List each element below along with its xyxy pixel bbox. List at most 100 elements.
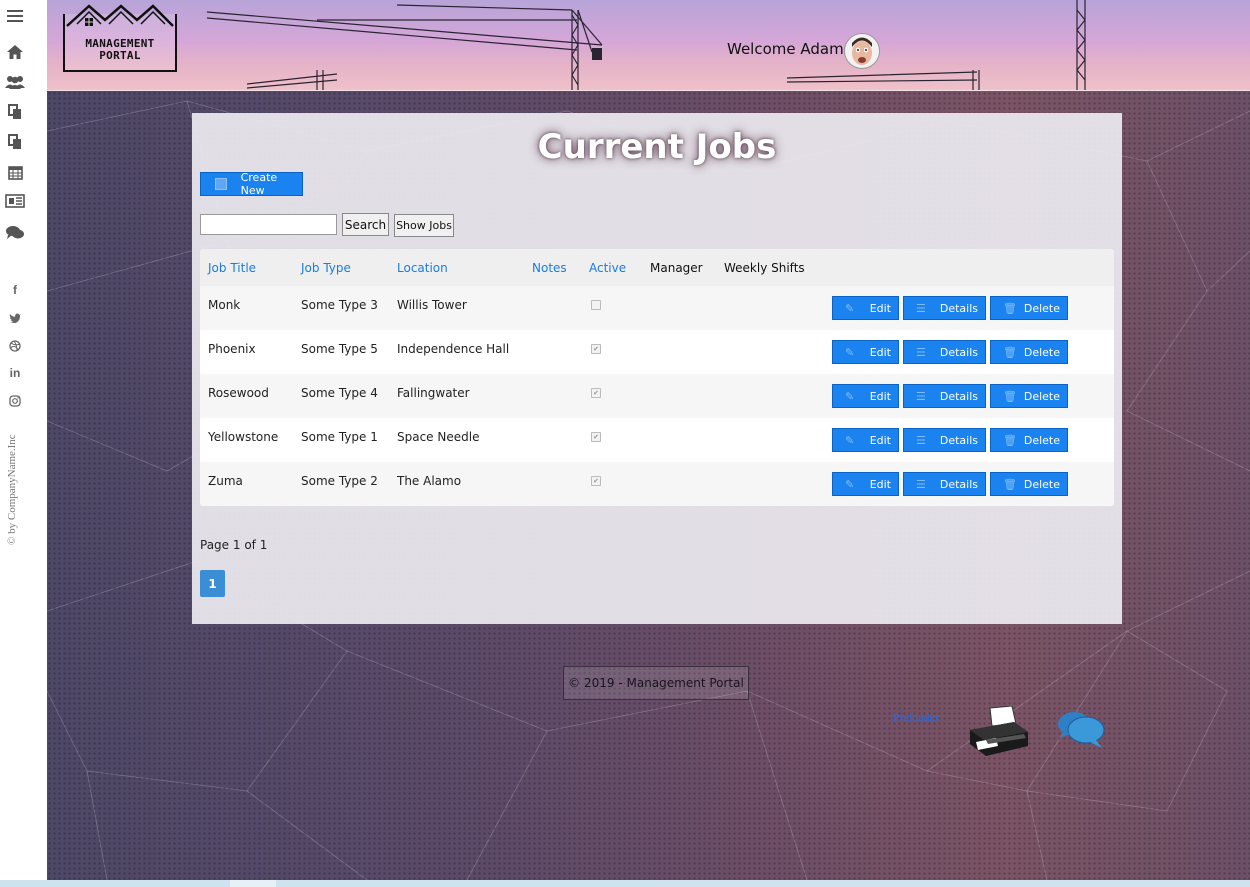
column-job-type[interactable]: Job Type bbox=[301, 261, 351, 275]
cell-job-title: Monk bbox=[208, 298, 241, 312]
linkedin-icon[interactable]: in bbox=[4, 364, 26, 382]
table-row: Rosewood Some Type 4 Fallingwater ✔ ✎ Edit ☰ De… bbox=[200, 374, 1114, 418]
newspaper-icon[interactable] bbox=[4, 191, 26, 211]
search-button[interactable]: Search bbox=[342, 213, 389, 236]
column-job-title[interactable]: Job Title bbox=[208, 261, 256, 275]
column-manager: Manager bbox=[650, 261, 703, 275]
pencil-icon: ✎ bbox=[845, 478, 855, 491]
delete-button[interactable]: 🗑 Delete bbox=[990, 428, 1068, 452]
pencil-icon: ✎ bbox=[845, 390, 855, 403]
dribbble-icon[interactable] bbox=[4, 337, 26, 355]
details-button-label: Details bbox=[939, 477, 978, 491]
create-new-label: Create New bbox=[240, 171, 278, 197]
details-button[interactable]: ☰ Details bbox=[903, 428, 986, 452]
delete-button[interactable]: 🗑 Delete bbox=[990, 472, 1068, 496]
comments-icon[interactable] bbox=[4, 222, 26, 242]
menu-icon[interactable] bbox=[4, 6, 26, 26]
delete-button-label: Delete bbox=[1023, 345, 1060, 359]
edit-button[interactable]: ✎ Edit bbox=[832, 384, 899, 408]
calendar-icon[interactable] bbox=[4, 162, 26, 182]
details-button[interactable]: ☰ Details bbox=[903, 384, 986, 408]
column-notes[interactable]: Notes bbox=[532, 261, 567, 275]
facebook-icon[interactable]: f bbox=[4, 281, 26, 299]
edit-button[interactable]: ✎ Edit bbox=[832, 472, 899, 496]
cell-job-title: Zuma bbox=[208, 474, 243, 488]
list-icon: ☰ bbox=[916, 478, 926, 491]
table-header: Job Title Job Type Location Notes Active… bbox=[200, 249, 1114, 286]
pencil-icon: ✎ bbox=[845, 302, 855, 315]
details-button[interactable]: ☰ Details bbox=[903, 472, 986, 496]
delete-button-label: Delete bbox=[1023, 477, 1060, 491]
list-icon: ☰ bbox=[916, 302, 926, 315]
cell-location: Independence Hall bbox=[397, 342, 510, 356]
header-banner: MANAGEMENT PORTAL Welcome Adam I bbox=[47, 0, 1250, 91]
crane-base-illustration bbox=[247, 70, 338, 90]
edit-button-label: Edit bbox=[869, 433, 891, 447]
trash-icon: 🗑 bbox=[1003, 346, 1017, 359]
footer-copyright: © 2019 - Management Portal bbox=[563, 666, 749, 700]
welcome-text[interactable]: Welcome Adam I bbox=[727, 40, 853, 58]
edit-button-label: Edit bbox=[869, 345, 891, 359]
delete-button[interactable]: 🗑 Delete bbox=[990, 340, 1068, 364]
home-icon[interactable] bbox=[4, 42, 26, 62]
edit-button-label: Edit bbox=[869, 477, 891, 491]
create-new-button[interactable]: Create New bbox=[200, 171, 303, 197]
table-row: Phoenix Some Type 5 Independence Hall ✔ ✎ Edi… bbox=[200, 330, 1114, 374]
search-input[interactable] bbox=[200, 214, 337, 235]
column-active[interactable]: Active bbox=[589, 261, 626, 275]
details-button-label: Details bbox=[939, 301, 978, 315]
trash-icon: 🗑 bbox=[1003, 302, 1017, 315]
delete-button[interactable]: 🗑 Delete bbox=[990, 384, 1068, 408]
details-button-label: Details bbox=[939, 433, 978, 447]
table-row: Zuma Some Type 2 The Alamo ✔ ✎ Edit ☰ Details 🗑 D… bbox=[200, 462, 1114, 506]
users-icon[interactable] bbox=[4, 72, 26, 92]
edit-button-label: Edit bbox=[869, 389, 891, 403]
details-button[interactable]: ☰ Details bbox=[903, 296, 986, 320]
avatar[interactable] bbox=[844, 33, 880, 69]
left-sidebar: f in © by CompanyName.Inc bbox=[0, 0, 48, 880]
new-file-icon bbox=[215, 178, 227, 190]
edit-button[interactable]: ✎ Edit bbox=[832, 340, 899, 364]
copy-icon[interactable] bbox=[4, 102, 26, 122]
files-icon[interactable] bbox=[4, 132, 26, 152]
cell-location: The Alamo bbox=[397, 474, 462, 488]
cell-location: Space Needle bbox=[397, 430, 480, 444]
twitter-icon[interactable] bbox=[4, 309, 26, 327]
details-button[interactable]: ☰ Details bbox=[903, 340, 986, 364]
cell-job-title: Phoenix bbox=[208, 342, 256, 356]
active-checkbox: ✔ bbox=[591, 476, 601, 486]
delete-button-label: Delete bbox=[1023, 433, 1060, 447]
column-location[interactable]: Location bbox=[397, 261, 448, 275]
trash-icon: 🗑 bbox=[1003, 390, 1017, 403]
list-icon: ☰ bbox=[916, 346, 926, 359]
cell-job-type: Some Type 4 bbox=[301, 386, 378, 400]
content-panel: Current Jobs Create New Search Show Jobs… bbox=[192, 113, 1122, 624]
trash-icon: 🗑 bbox=[1003, 434, 1017, 447]
show-jobs-button[interactable]: Show Jobs bbox=[394, 214, 454, 237]
cell-location: Willis Tower bbox=[397, 298, 467, 312]
printer-icon[interactable] bbox=[968, 706, 1030, 758]
chat-icon[interactable] bbox=[1056, 708, 1108, 750]
table-row: Monk Some Type 3 Willis Tower ✎ Edit ☰ Details… bbox=[200, 286, 1114, 330]
sidebar-copyright: © by CompanyName.Inc bbox=[6, 434, 18, 545]
edit-button[interactable]: ✎ Edit bbox=[832, 428, 899, 452]
logo-line-2: PORTAL bbox=[99, 49, 141, 62]
delete-button-label: Delete bbox=[1023, 389, 1060, 403]
delete-button[interactable]: 🗑 Delete bbox=[990, 296, 1068, 320]
jobs-table: Job Title Job Type Location Notes Active… bbox=[200, 249, 1114, 506]
edit-button[interactable]: ✎ Edit bbox=[832, 296, 899, 320]
pencil-icon: ✎ bbox=[845, 434, 855, 447]
cell-job-title: Yellowstone bbox=[208, 430, 279, 444]
cell-job-title: Rosewood bbox=[208, 386, 269, 400]
active-checkbox bbox=[591, 300, 601, 310]
portal-logo[interactable]: MANAGEMENT PORTAL bbox=[63, 4, 177, 72]
instagram-icon[interactable] bbox=[4, 392, 26, 410]
cell-location: Fallingwater bbox=[397, 386, 470, 400]
preloader-link[interactable]: Preloader bbox=[893, 710, 939, 725]
details-button-label: Details bbox=[939, 345, 978, 359]
pagination-page-1[interactable]: 1 bbox=[200, 570, 225, 597]
pencil-icon: ✎ bbox=[845, 346, 855, 359]
delete-button-label: Delete bbox=[1023, 301, 1060, 315]
active-checkbox: ✔ bbox=[591, 388, 601, 398]
cell-job-type: Some Type 5 bbox=[301, 342, 378, 356]
